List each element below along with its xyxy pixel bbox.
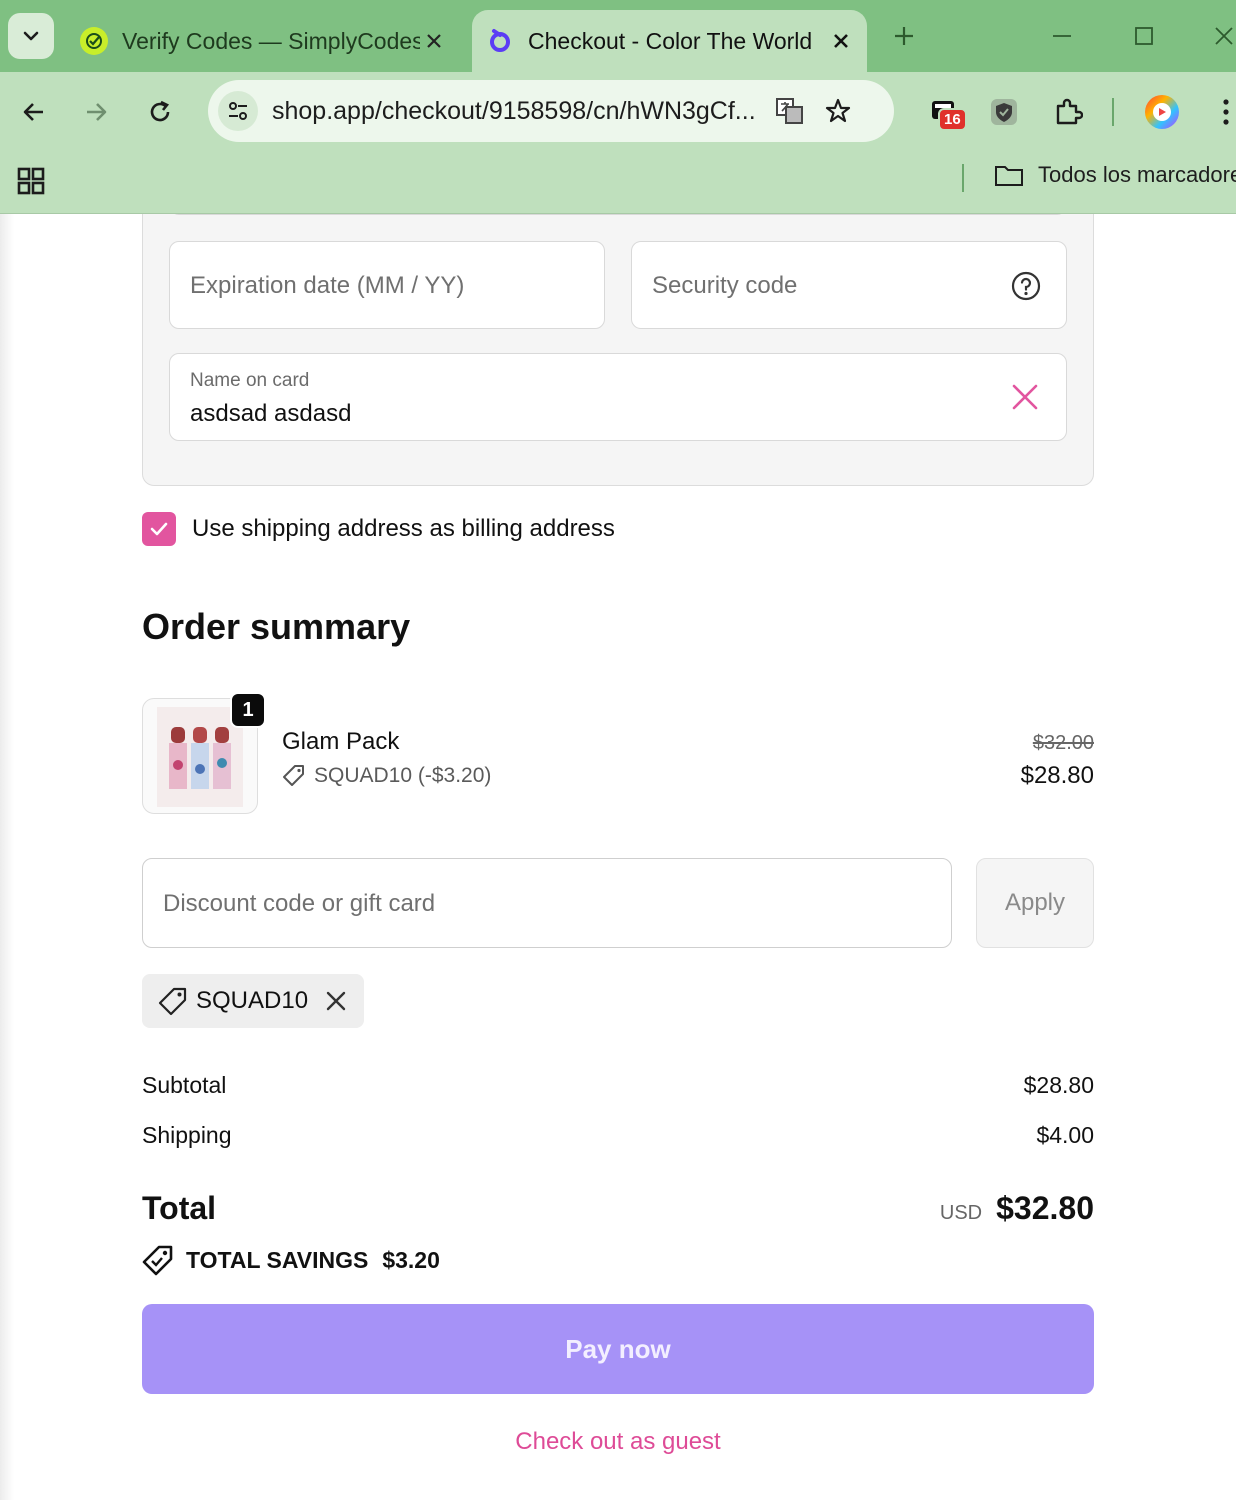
billing-checkbox[interactable] (142, 512, 176, 546)
site-info-icon[interactable] (218, 91, 258, 131)
close-tab-icon[interactable] (827, 27, 855, 55)
subtotal-label: Subtotal (142, 1072, 227, 1098)
line-item: 1 Glam Pack SQUAD10 (-$3.20) $32.00 $28.… (142, 692, 1094, 818)
extensions-puzzle-icon[interactable] (1048, 92, 1088, 132)
tab-title: Checkout - Color The World (528, 27, 813, 54)
name-on-card-label: Name on card (190, 370, 310, 391)
tab-search-button[interactable] (8, 13, 54, 59)
minimize-button[interactable] (1044, 18, 1080, 54)
total-amount: USD $32.80 (940, 1190, 1094, 1227)
url-text[interactable]: shop.app/checkout/9158598/cn/hWN3gCf... (272, 97, 762, 126)
name-on-card-field[interactable]: Name on card asdsad asdasd (169, 353, 1067, 441)
shipping-row: Shipping $4.00 (142, 1122, 1094, 1149)
bookmark-star-icon[interactable] (818, 91, 858, 131)
billing-checkbox-label: Use shipping address as billing address (192, 515, 615, 542)
applied-discount-chip: SQUAD10 (142, 974, 364, 1028)
browser-toolbar: shop.app/checkout/9158598/cn/hWN3gCf... … (0, 72, 1236, 152)
browser-tab-strip: Verify Codes — SimplyCodes Checkout - Co… (0, 0, 1236, 72)
all-bookmarks-button[interactable]: Todos los marcadores (994, 162, 1236, 188)
subtotal-value: $28.80 (1023, 1072, 1094, 1098)
shop-favicon-icon (486, 27, 514, 55)
applied-code-label: SQUAD10 (196, 987, 309, 1014)
menu-kebab-icon[interactable] (1206, 92, 1236, 132)
original-price: $32.00 (1032, 732, 1094, 754)
all-bookmarks-label: Todos los marcadores (1038, 162, 1236, 187)
remove-code-x-icon[interactable] (324, 989, 348, 1013)
security-code-placeholder: Security code (652, 272, 798, 299)
toolbar-divider (1112, 98, 1114, 126)
discount-code-input[interactable]: Discount code or gift card (142, 858, 952, 948)
product-discount-text: SQUAD10 (-$3.20) (314, 764, 492, 787)
profile-avatar[interactable] (1142, 92, 1182, 132)
translate-icon[interactable] (770, 91, 810, 131)
reload-button[interactable] (140, 92, 180, 132)
tag-icon (158, 987, 187, 1016)
extension-notifications-icon[interactable]: 16 (924, 92, 967, 132)
checkout-as-guest-link[interactable]: Check out as guest (0, 1428, 1236, 1456)
total-savings: TOTAL SAVINGS $3.20 (142, 1244, 440, 1276)
checkmark-icon (150, 522, 168, 536)
arrow-right-icon (87, 103, 107, 121)
address-bar[interactable]: shop.app/checkout/9158598/cn/hWN3gCf... (208, 80, 894, 142)
expiration-placeholder: Expiration date (MM / YY) (190, 272, 465, 299)
question-circle-icon[interactable] (1010, 270, 1042, 302)
tag-check-icon (142, 1245, 173, 1276)
savings-label: TOTAL SAVINGS (186, 1246, 369, 1273)
page-left-shadow (0, 214, 14, 1500)
chevron-down-icon (23, 31, 39, 41)
checkout-page: Expiration date (MM / YY) Security code … (0, 214, 1236, 1500)
expiration-date-field[interactable]: Expiration date (MM / YY) (169, 241, 605, 329)
new-tab-button[interactable] (888, 20, 920, 52)
bookmarks-divider (962, 164, 964, 192)
shield-extension-icon[interactable] (984, 92, 1024, 132)
quantity-badge: 1 (230, 692, 266, 728)
back-button[interactable] (14, 92, 54, 132)
name-on-card-value[interactable]: asdsad asdasd (190, 400, 351, 428)
arrow-left-icon (23, 103, 43, 121)
discount-code-placeholder: Discount code or gift card (163, 890, 436, 917)
reload-icon (150, 100, 170, 122)
close-window-button[interactable] (1206, 18, 1236, 54)
card-number-field[interactable] (169, 214, 1067, 215)
apps-grid-icon[interactable] (14, 164, 48, 198)
order-summary-title: Order summary (142, 606, 411, 647)
close-tab-icon[interactable] (420, 27, 448, 55)
shipping-value: $4.00 (1036, 1122, 1094, 1148)
clear-x-icon[interactable] (1010, 382, 1040, 412)
plus-icon (895, 27, 913, 45)
tab-checkout[interactable]: Checkout - Color The World (472, 10, 867, 72)
subtotal-row: Subtotal $28.80 (142, 1072, 1094, 1099)
pay-now-button[interactable]: Pay now (142, 1304, 1094, 1394)
tab-title: Verify Codes — SimplyCodes (122, 27, 420, 54)
forward-button[interactable] (76, 92, 116, 132)
product-name: Glam Pack (282, 728, 400, 755)
billing-address-option[interactable]: Use shipping address as billing address (142, 512, 615, 546)
bookmarks-bar: Todos los marcadores (0, 152, 1236, 214)
maximize-button[interactable] (1126, 18, 1162, 54)
tab-verify-codes[interactable]: Verify Codes — SimplyCodes (70, 10, 460, 72)
total-value: $32.80 (996, 1190, 1094, 1226)
currency-code: USD (939, 1202, 983, 1224)
extension-badge: 16 (938, 108, 967, 131)
discounted-price: $28.80 (1020, 762, 1094, 789)
tag-icon (283, 765, 304, 786)
shipping-label: Shipping (142, 1122, 232, 1148)
product-discount: SQUAD10 (-$3.20) (282, 764, 491, 788)
security-code-field[interactable]: Security code (631, 241, 1067, 329)
folder-icon (995, 166, 1023, 186)
simplycodes-favicon-icon (80, 27, 108, 55)
total-label: Total (142, 1190, 217, 1226)
savings-value: $3.20 (382, 1246, 440, 1273)
card-details-panel: Expiration date (MM / YY) Security code … (142, 214, 1094, 486)
apply-button[interactable]: Apply (976, 858, 1094, 948)
